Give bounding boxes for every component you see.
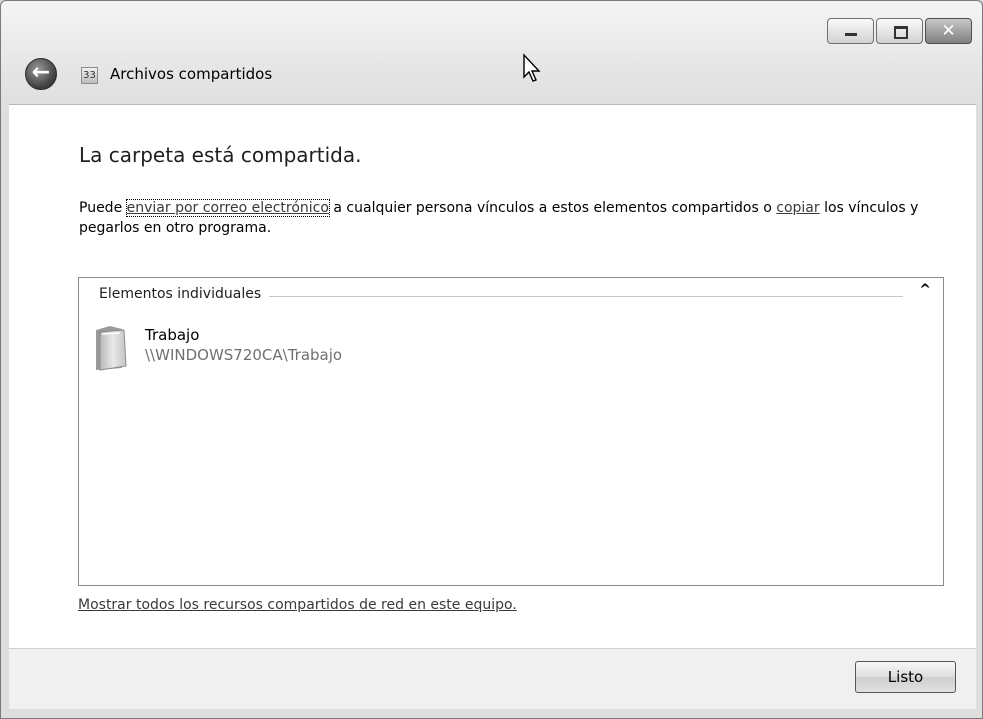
close-icon: ✕	[941, 21, 956, 41]
shared-items-list: Elementos individuales ^ Trabajo \\WINDO…	[78, 277, 944, 586]
item-path: \\WINDOWS720CA\Trabajo	[145, 346, 343, 364]
dialog-window: ✕ ← 33 Archivos compartidos La carpeta e…	[0, 0, 983, 719]
item-name: Trabajo	[145, 326, 200, 344]
shared-folder-icon: 33	[81, 67, 98, 84]
folder-icon	[96, 326, 127, 371]
page-heading: La carpeta está compartida.	[79, 143, 362, 167]
desc-prefix: Puede	[79, 200, 127, 216]
maximize-button[interactable]	[876, 18, 923, 44]
content-area: La carpeta está compartida. Puede enviar…	[9, 104, 976, 648]
close-button[interactable]: ✕	[925, 18, 972, 44]
caption-buttons: ✕	[827, 18, 972, 44]
mouse-cursor-icon	[523, 53, 541, 82]
list-item[interactable]: Trabajo \\WINDOWS720CA\Trabajo	[90, 322, 410, 374]
dialog-footer: Listo	[9, 648, 976, 709]
email-link[interactable]: enviar por correo electrónico	[125, 199, 330, 217]
window-title: Archivos compartidos	[110, 65, 273, 83]
minimize-button[interactable]	[827, 18, 874, 44]
back-arrow-icon: ←	[31, 60, 51, 85]
back-button[interactable]: ←	[25, 58, 57, 90]
show-all-shares-link[interactable]: Mostrar todos los recursos compartidos d…	[78, 597, 517, 613]
done-button[interactable]: Listo	[855, 661, 956, 693]
collapse-chevron-icon[interactable]: ^	[919, 282, 931, 298]
description-text: Puede enviar por correo electrónico a cu…	[79, 198, 959, 238]
desc-middle: a cualquier persona vínculos a estos ele…	[328, 200, 777, 216]
group-header[interactable]: Elementos individuales	[99, 286, 270, 302]
copy-link[interactable]: copiar	[776, 200, 819, 216]
